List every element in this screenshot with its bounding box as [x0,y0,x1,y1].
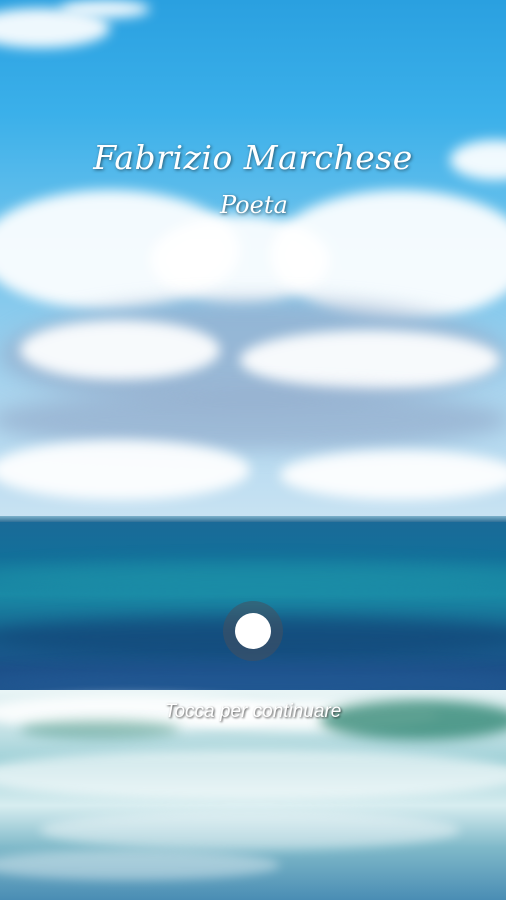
sky-background [0,0,506,522]
app-subtitle: Poeta [220,191,288,219]
cloud [60,0,150,18]
cloud [20,320,220,380]
sea-band [0,562,506,592]
app-title: Fabrizio Marchese [93,138,413,177]
cloud [240,330,500,390]
tap-to-continue-label: Tocca per continuare [164,701,342,722]
continue-button[interactable] [223,601,283,661]
cloud [0,440,250,500]
foam [40,810,460,850]
foam [0,850,280,880]
cloud [280,450,506,500]
circle-dot-icon [235,613,271,649]
splash-screen[interactable]: Fabrizio Marchese Poeta Tocca per contin… [0,0,506,900]
foam [0,750,506,800]
